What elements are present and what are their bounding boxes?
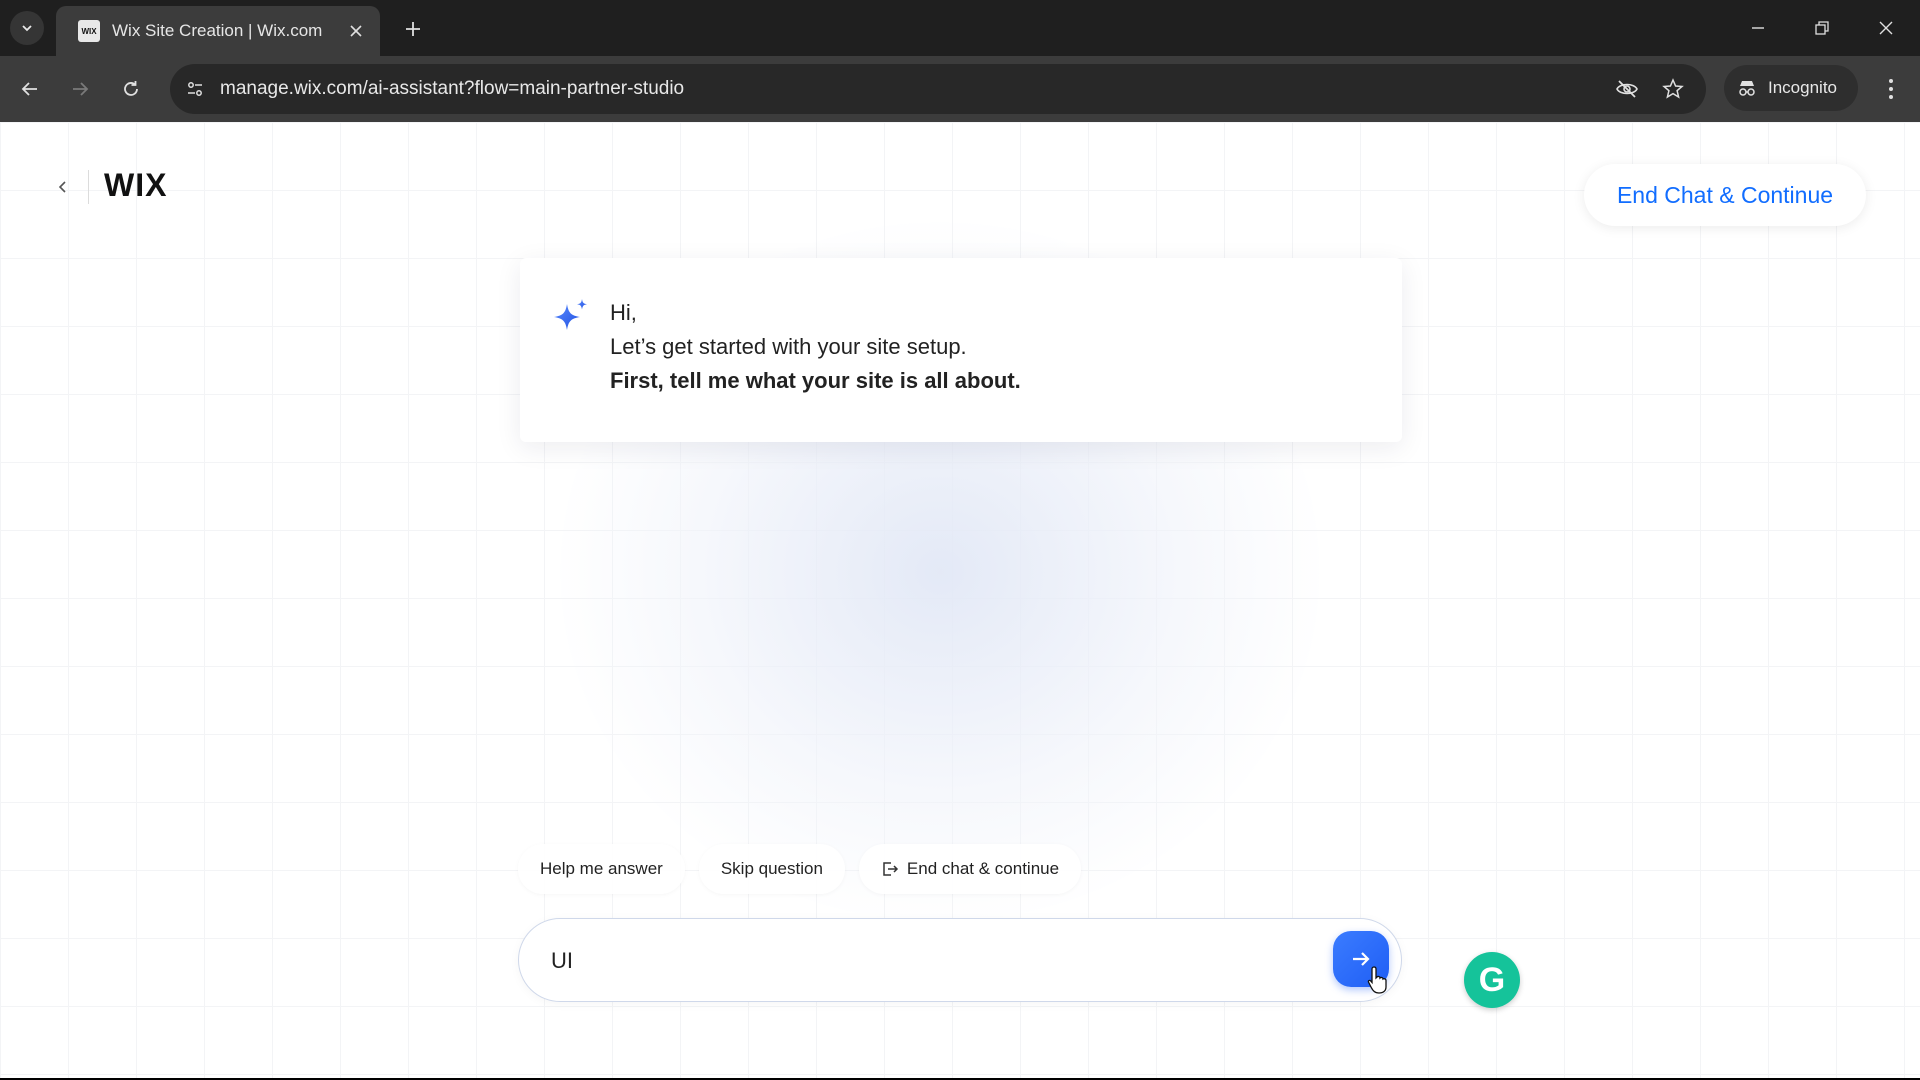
chevron-left-icon: [58, 181, 66, 193]
star-icon: [1662, 78, 1684, 99]
reload-icon: [124, 81, 138, 96]
back-arrow-icon: [21, 82, 37, 96]
incognito-profile-button[interactable]: Incognito: [1724, 65, 1858, 111]
bookmark-button[interactable]: [1656, 72, 1690, 106]
browser-toolbar: manage.wix.com/ai-assistant?flow=main-pa…: [0, 56, 1920, 122]
site-info-button[interactable]: [178, 72, 212, 106]
close-window-button[interactable]: [1866, 10, 1906, 46]
end-chat-continue-chip-label: End chat & continue: [906, 859, 1060, 878]
assistant-message-text: Hi, Let’s get started with your site set…: [610, 296, 1021, 398]
address-bar[interactable]: manage.wix.com/ai-assistant?flow=main-pa…: [170, 64, 1706, 114]
restore-icon: [1815, 21, 1829, 35]
grammarly-button[interactable]: G: [1464, 952, 1520, 1008]
back-button[interactable]: [11, 70, 49, 108]
skip-question-label: Skip question: [720, 859, 823, 878]
page-viewport: WIX End Chat & Continue Hi, Let’s get st…: [0, 122, 1920, 1078]
message-line: Let’s get started with your site setup.: [610, 334, 967, 359]
restore-button[interactable]: [1802, 10, 1842, 46]
header-divider: [88, 170, 89, 204]
plus-icon: [406, 22, 420, 36]
eye-off-icon: [1616, 80, 1638, 98]
site-info-icon: [188, 82, 202, 96]
browser-menu-button[interactable]: [1872, 70, 1910, 108]
grammarly-icon: G: [1478, 960, 1506, 999]
minimize-icon: [1752, 27, 1764, 29]
incognito-label: Incognito: [1768, 78, 1837, 97]
help-me-answer-chip[interactable]: Help me answer: [518, 844, 685, 894]
chat-composer: [518, 918, 1402, 1002]
close-icon: [350, 25, 362, 37]
wix-logo: WIX: [104, 167, 168, 203]
tab-close-button[interactable]: [344, 19, 368, 43]
close-icon: [1879, 21, 1893, 35]
forward-arrow-icon: [73, 82, 89, 96]
message-prompt: First, tell me what your site is all abo…: [610, 368, 1021, 393]
exit-icon: [881, 860, 899, 878]
minimize-button[interactable]: [1738, 10, 1778, 46]
browser-tab-strip: WIX Wix Site Creation | Wix.com: [0, 0, 1920, 56]
end-chat-continue-button[interactable]: End Chat & Continue: [1584, 164, 1866, 226]
end-chat-continue-chip[interactable]: End chat & continue: [858, 844, 1082, 894]
skip-question-chip[interactable]: Skip question: [698, 844, 845, 894]
wix-favicon-icon: WIX: [78, 20, 100, 42]
chat-input[interactable]: [551, 939, 1311, 983]
quick-reply-chips: Help me answer Skip question End chat & …: [518, 844, 1082, 894]
message-greeting: Hi,: [610, 300, 637, 325]
reload-button[interactable]: [112, 70, 150, 108]
sparkle-icon: [554, 299, 587, 330]
tracking-protection-button[interactable]: [1610, 72, 1644, 106]
forward-button[interactable]: [61, 70, 99, 108]
browser-tab-active[interactable]: WIX Wix Site Creation | Wix.com: [56, 6, 380, 56]
kebab-menu-icon: [1889, 79, 1893, 99]
new-tab-button[interactable]: [398, 14, 428, 44]
tab-list-button[interactable]: [10, 11, 44, 45]
back-link[interactable]: [50, 174, 76, 200]
chevron-down-icon: [22, 25, 32, 32]
url-text: manage.wix.com/ai-assistant?flow=main-pa…: [220, 78, 685, 99]
incognito-icon: [1739, 81, 1755, 96]
tab-title: Wix Site Creation | Wix.com: [112, 21, 323, 40]
hand-cursor-icon: [1367, 966, 1387, 994]
help-me-answer-label: Help me answer: [540, 859, 663, 878]
assistant-message-card: Hi, Let’s get started with your site set…: [520, 258, 1402, 442]
